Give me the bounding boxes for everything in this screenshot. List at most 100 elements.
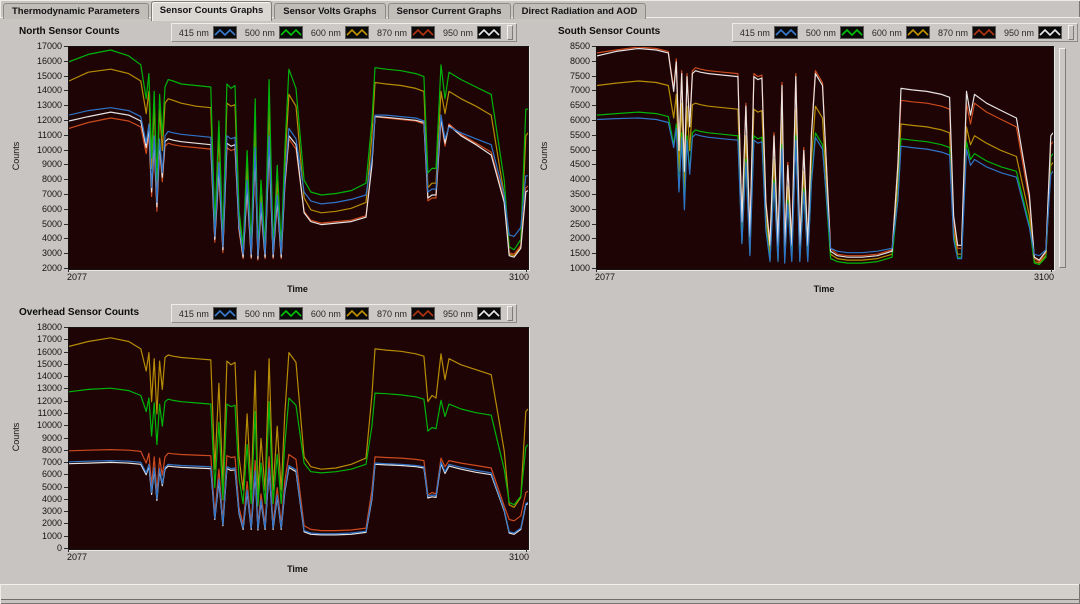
tab-sensor-current-graphs[interactable]: Sensor Current Graphs — [387, 3, 511, 19]
tab-direct-radiation-and-aod[interactable]: Direct Radiation and AOD — [512, 3, 647, 19]
y-tick-mark — [64, 425, 68, 427]
legend-scrollbar[interactable] — [1068, 25, 1074, 40]
y-tick-label: 1500 — [569, 248, 590, 259]
x-tick-label: 3100 — [508, 272, 529, 282]
y-tick-mark — [64, 351, 68, 353]
y-tick-mark — [64, 60, 68, 62]
y-tick-label: 5500 — [569, 129, 590, 140]
y-tick-label: 8000 — [41, 174, 62, 185]
legend-scrollbar[interactable] — [507, 306, 513, 321]
y-tick-mark — [592, 105, 596, 107]
legend-item-415nm[interactable]: 415 nm — [175, 25, 241, 40]
y-tick-mark — [592, 208, 596, 210]
y-tick-mark — [64, 498, 68, 500]
legend-scrollbar[interactable] — [507, 25, 513, 40]
graph-plot-area — [68, 46, 529, 270]
x-tick-mark — [1051, 269, 1052, 272]
y-tick-label: 15000 — [36, 70, 62, 81]
y-tick-label: 9000 — [41, 432, 62, 443]
y-tick-label: 3500 — [569, 189, 590, 199]
chart-title: Overhead Sensor Counts — [19, 307, 140, 318]
legend-label: 500 nm — [805, 27, 836, 38]
y-tick-mark — [64, 412, 68, 414]
legend-item-500nm[interactable]: 500 nm — [241, 25, 307, 40]
x-tick-mark — [68, 269, 69, 272]
legend-item-500nm[interactable]: 500 nm — [241, 306, 307, 321]
plot-legend: 415 nm 500 nm 600 nm 870 nm 950 nm — [731, 23, 1078, 42]
y-tick-mark — [592, 75, 596, 77]
chart-panel-south: South Sensor Counts 415 nm 500 nm 600 nm 87… — [539, 22, 1080, 304]
y-tick-label: 9000 — [41, 159, 62, 170]
chart-panel-overhead: Overhead Sensor Counts 415 nm 500 nm 600 n… — [8, 303, 541, 585]
legend-item-600nm[interactable]: 600 nm — [868, 25, 934, 40]
tab-sensor-volts-graphs[interactable]: Sensor Volts Graphs — [274, 3, 386, 19]
legend-item-600nm[interactable]: 600 nm — [307, 306, 373, 321]
y-tick-label: 6000 — [41, 203, 62, 214]
legend-item-500nm[interactable]: 500 nm — [802, 25, 868, 40]
y-tick-mark — [64, 462, 68, 464]
plot-legend: 415 nm 500 nm 600 nm 870 nm 950 nm — [170, 304, 517, 323]
legend-line-sample-icon — [278, 307, 303, 320]
legend-item-415nm[interactable]: 415 nm — [175, 306, 241, 321]
legend-item-950nm[interactable]: 950 nm — [1000, 25, 1066, 40]
legend-line-sample-icon — [905, 26, 930, 39]
y-tick-label: 7000 — [569, 85, 590, 96]
x-tick-label: 2077 — [67, 552, 88, 562]
x-axis-title: Time — [287, 564, 308, 574]
legend-line-sample-icon — [1038, 26, 1062, 39]
legend-line-sample-icon — [212, 307, 237, 320]
y-tick-label: 17000 — [36, 41, 62, 51]
y-tick-label: 16000 — [36, 55, 62, 66]
graph-side-scrollbar[interactable] — [1059, 48, 1066, 268]
y-tick-label: 7000 — [41, 457, 62, 468]
y-tick-mark — [64, 120, 68, 121]
y-tick-mark — [592, 149, 596, 151]
y-tick-mark — [592, 46, 596, 47]
tab-sensor-counts-graphs[interactable]: Sensor Counts Graphs — [150, 1, 273, 21]
y-tick-mark — [592, 238, 596, 240]
tab-thermodynamic-parameters[interactable]: Thermodynamic Parameters — [3, 3, 149, 19]
y-tick-mark — [64, 511, 68, 513]
legend-item-870nm[interactable]: 870 nm — [373, 25, 439, 40]
chart-title: North Sensor Counts — [19, 26, 120, 37]
legend-line-sample-icon — [410, 26, 435, 39]
y-tick-mark — [592, 60, 596, 62]
legend-line-sample-icon — [839, 26, 864, 39]
y-tick-label: 16000 — [36, 346, 62, 357]
legend-item-870nm[interactable]: 870 nm — [373, 306, 439, 321]
legend-label: 415 nm — [178, 27, 209, 38]
y-tick-label: 11000 — [37, 129, 62, 140]
legend-item-950nm[interactable]: 950 nm — [439, 306, 505, 321]
y-tick-mark — [64, 223, 68, 225]
y-tick-mark — [64, 75, 68, 77]
y-tick-mark — [592, 134, 596, 136]
x-tick-mark — [596, 269, 597, 272]
legend-label: 870 nm — [376, 308, 407, 319]
legend-item-415nm[interactable]: 415 nm — [736, 25, 802, 40]
y-tick-mark — [64, 376, 68, 378]
y-tick-mark — [64, 164, 68, 166]
x-tick-label: 3100 — [1033, 272, 1054, 282]
y-tick-mark — [64, 486, 68, 488]
y-tick-label: 14000 — [36, 371, 62, 382]
legend-line-sample-icon — [477, 26, 501, 39]
x-tick-label: 3100 — [508, 552, 529, 562]
legend-label: 950 nm — [442, 308, 473, 319]
y-tick-label: 14000 — [36, 85, 62, 96]
y-tick-label: 8000 — [41, 444, 62, 455]
y-tick-mark — [592, 120, 596, 121]
y-tick-label: 1000 — [569, 263, 590, 273]
legend-line-sample-icon — [410, 307, 435, 320]
y-tick-label: 5000 — [569, 144, 590, 155]
legend-item-600nm[interactable]: 600 nm — [307, 25, 373, 40]
legend-label: 870 nm — [937, 27, 968, 38]
y-tick-label: 6500 — [569, 100, 590, 111]
legend-line-sample-icon — [477, 307, 501, 320]
legend-line-sample-icon — [971, 26, 996, 39]
y-tick-label: 8500 — [569, 41, 590, 51]
y-tick-mark — [592, 179, 596, 181]
legend-item-950nm[interactable]: 950 nm — [439, 25, 505, 40]
y-tick-label: 15000 — [36, 358, 62, 369]
legend-item-870nm[interactable]: 870 nm — [934, 25, 1000, 40]
y-tick-mark — [64, 400, 68, 402]
